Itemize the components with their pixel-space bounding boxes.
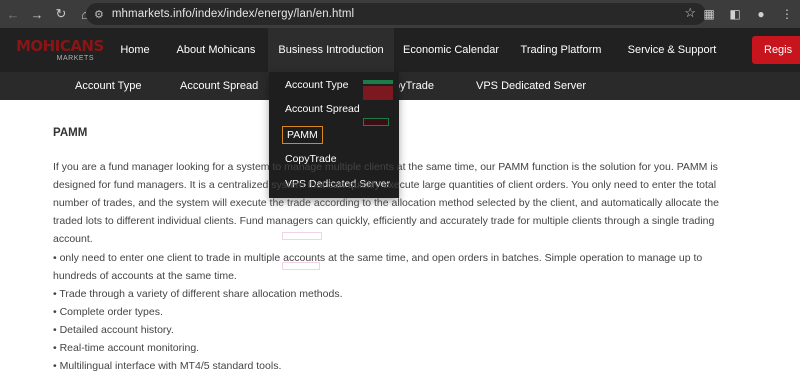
register-button[interactable]: Regis	[752, 36, 800, 64]
main-nav: Home About Mohicans Business Introductio…	[106, 28, 730, 72]
site-header: MOHICANS MARKETS Home About Mohicans Bus…	[0, 28, 800, 72]
list-item: • Detailed account history.	[53, 324, 174, 336]
subnav-account-spread[interactable]: Account Spread	[180, 72, 258, 100]
page-title: PAMM	[53, 127, 88, 139]
site-info-icon[interactable]: ⚙	[94, 8, 104, 21]
nav-about-mohicans[interactable]: About Mohicans	[164, 28, 268, 72]
url-text[interactable]: mhmarkets.info/index/index/energy/lan/en…	[112, 8, 354, 20]
browser-toolbar: ← → ↻ ⌂ ⚙ mhmarkets.info/index/index/ene…	[0, 0, 800, 28]
back-arrow-icon[interactable]: ←	[2, 3, 24, 25]
logo-sub-text: MARKETS	[56, 55, 94, 62]
subnav-copytrade[interactable]: pyTrade	[394, 72, 434, 100]
extensions-icon[interactable]: ▦	[696, 0, 722, 28]
bookmark-star-icon[interactable]: ☆	[684, 5, 696, 21]
intro-paragraph: If you are a fund manager looking for a …	[53, 161, 719, 245]
forward-arrow-icon[interactable]: →	[26, 3, 48, 25]
feature-list: • only need to enter one client to trade…	[53, 249, 737, 375]
list-item: • Trade through a variety of different s…	[53, 288, 343, 300]
list-item: • only need to enter one client to trade…	[53, 252, 703, 282]
nav-business-introduction[interactable]: Business Introduction	[268, 28, 394, 72]
site-logo[interactable]: MOHICANS MARKETS	[16, 37, 104, 66]
dropdown-item-pamm[interactable]: PAMM	[282, 126, 323, 144]
list-item: • Multilingual interface with MT4/5 stan…	[53, 360, 282, 372]
logo-main-text: MOHICANS	[16, 37, 104, 55]
reload-icon[interactable]: ↻	[50, 3, 72, 25]
subnav-vps-dedicated-server[interactable]: VPS Dedicated Server	[476, 72, 586, 100]
list-item: • Real-time account monitoring.	[53, 342, 200, 354]
subnav-account-type[interactable]: Account Type	[75, 72, 141, 100]
side-panel-icon[interactable]: ◧	[722, 0, 748, 28]
sub-nav: Account Type Account Spread pyTrade VPS …	[0, 72, 800, 100]
profile-icon[interactable]: ●	[748, 0, 774, 28]
nav-home[interactable]: Home	[106, 28, 164, 72]
nav-trading-platform[interactable]: Trading Platform	[508, 28, 614, 72]
dropdown-item-account-type[interactable]: Account Type	[285, 76, 348, 94]
nav-economic-calendar[interactable]: Economic Calendar	[394, 28, 508, 72]
dropdown-decoration	[363, 80, 393, 126]
nav-service-support[interactable]: Service & Support	[614, 28, 730, 72]
list-item: • Complete order types.	[53, 306, 163, 318]
menu-kebab-icon[interactable]: ⋮	[774, 0, 800, 28]
address-bar[interactable]: ⚙ mhmarkets.info/index/index/energy/lan/…	[86, 3, 706, 25]
dropdown-item-account-spread[interactable]: Account Spread	[285, 100, 360, 118]
